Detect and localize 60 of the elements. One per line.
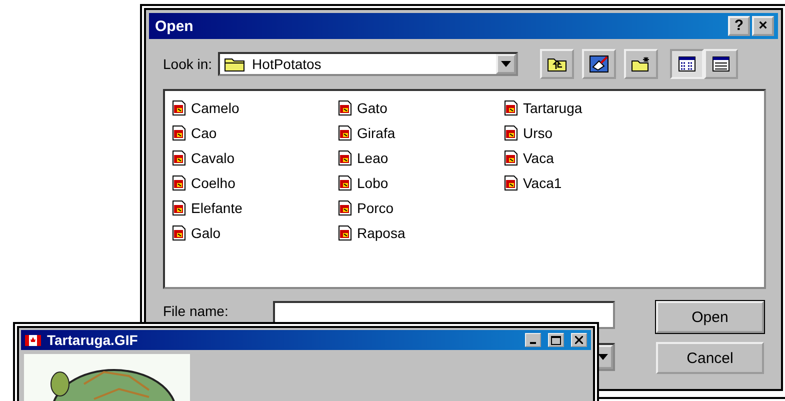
file-item[interactable]: Elefante	[191, 200, 242, 216]
pencil-paper-icon	[589, 55, 610, 73]
file-item[interactable]: Leao	[357, 150, 388, 166]
window-title: Open	[155, 18, 194, 34]
file-item[interactable]: Porco	[357, 200, 394, 216]
image-file-icon	[171, 174, 187, 190]
file-item[interactable]: Cavalo	[191, 150, 235, 166]
image-file-icon	[337, 200, 353, 216]
cancel-button[interactable]: Cancel	[656, 342, 764, 374]
file-item[interactable]: Coelho	[191, 174, 236, 190]
details-view-icon	[712, 56, 730, 72]
help-button[interactable]: ?	[728, 16, 750, 36]
flag-icon	[25, 334, 41, 346]
image-file-icon	[337, 100, 353, 116]
toolbar-button[interactable]	[624, 49, 658, 79]
list-view-icon	[678, 56, 696, 72]
toolbar-button[interactable]	[540, 49, 574, 79]
image-file-icon	[171, 150, 187, 166]
maximize-button[interactable]	[548, 333, 564, 347]
file-name-label: File name:	[163, 302, 230, 319]
file-item[interactable]: Girafa	[357, 124, 396, 140]
file-item[interactable]: Camelo	[191, 100, 240, 116]
file-item[interactable]: Galo	[191, 224, 221, 240]
file-item[interactable]: Lobo	[357, 174, 388, 190]
dropdown-arrow-icon	[501, 61, 512, 67]
folder-name: HotPotatos	[252, 56, 322, 72]
file-item[interactable]: Tartaruga	[523, 100, 582, 116]
close-button[interactable]: ×	[752, 16, 774, 36]
image-file-icon	[503, 150, 519, 166]
image-file-icon	[337, 224, 353, 240]
look-in-dropdown[interactable]: HotPotatos	[218, 52, 518, 76]
folder-up-icon	[547, 56, 568, 72]
file-item[interactable]: Raposa	[357, 224, 406, 240]
image-file-icon	[337, 174, 353, 190]
close-button[interactable]	[571, 333, 587, 347]
toolbar-button[interactable]	[670, 49, 704, 79]
image-file-icon	[337, 124, 353, 140]
folder-icon	[224, 56, 246, 72]
image-file-icon	[503, 100, 519, 116]
image-file-icon	[171, 200, 187, 216]
image-file-icon	[503, 174, 519, 190]
window-title: Tartaruga.GIF	[47, 332, 139, 348]
maximize-icon	[551, 336, 561, 344]
image-file-icon	[171, 124, 187, 140]
open-button[interactable]: Open	[656, 301, 764, 333]
file-item[interactable]: Cao	[191, 124, 217, 140]
close-icon	[575, 336, 583, 344]
image-file-icon	[503, 124, 519, 140]
image-file-icon	[171, 100, 187, 116]
minimize-button[interactable]	[525, 333, 541, 347]
new-folder-icon	[631, 56, 652, 72]
file-item[interactable]: Vaca	[523, 150, 554, 166]
file-item[interactable]: Urso	[523, 124, 553, 140]
look-in-label: Look in:	[163, 56, 212, 72]
file-item[interactable]: Gato	[357, 100, 388, 116]
file-item[interactable]: Vaca1	[523, 174, 562, 190]
image-file-icon	[337, 150, 353, 166]
image-file-icon	[171, 224, 187, 240]
toolbar-button[interactable]	[582, 49, 616, 79]
toolbar-button[interactable]	[704, 49, 738, 79]
